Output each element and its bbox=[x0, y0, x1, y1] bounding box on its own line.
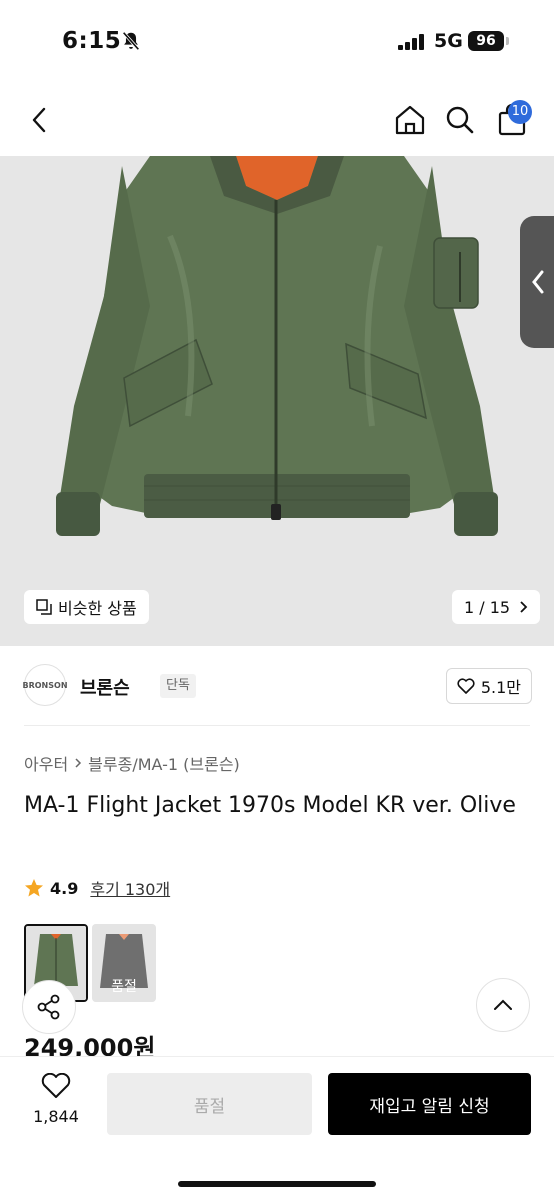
product-photo bbox=[0, 156, 554, 646]
side-panel-tab[interactable] bbox=[520, 216, 554, 348]
home-indicator bbox=[178, 1181, 376, 1187]
share-button[interactable] bbox=[22, 980, 76, 1034]
cellular-signal-icon bbox=[398, 34, 426, 54]
chevron-right-icon bbox=[520, 601, 528, 613]
brand-name[interactable]: 브론슨 bbox=[80, 674, 130, 700]
breadcrumb-item-outer[interactable]: 아우터 bbox=[24, 751, 68, 775]
wishlist-count: 1,844 bbox=[33, 1107, 79, 1126]
network-type: 5G bbox=[434, 30, 463, 52]
chevron-left-icon bbox=[32, 107, 46, 133]
rating-row: 4.9 후기 130개 bbox=[24, 876, 170, 900]
cart-count-badge: 10 bbox=[508, 100, 532, 124]
product-title: MA-1 Flight Jacket 1970s Model KR ver. O… bbox=[24, 793, 516, 818]
rating-score: 4.9 bbox=[50, 878, 79, 898]
home-icon bbox=[395, 105, 425, 135]
chevron-left-icon bbox=[532, 270, 544, 294]
status-time: 6:15 bbox=[62, 28, 122, 54]
wishlist-button[interactable]: 1,844 bbox=[24, 1072, 88, 1133]
swatch-black[interactable]: 품절 bbox=[92, 924, 156, 1002]
scroll-to-top-button[interactable] bbox=[476, 978, 530, 1032]
exclusive-tag: 단독 bbox=[160, 674, 196, 698]
search-button[interactable] bbox=[442, 102, 478, 138]
sold-out-overlay: 품절 bbox=[92, 924, 156, 1002]
status-bar: 6:15 5G 96 bbox=[0, 0, 554, 84]
chevron-right-icon bbox=[75, 758, 82, 768]
similar-items-label: 비슷한 상품 bbox=[58, 599, 137, 618]
image-page-indicator[interactable]: 1 / 15 bbox=[452, 590, 541, 624]
restock-alert-button[interactable]: 재입고 알림 신청 bbox=[328, 1073, 531, 1135]
product-image-gallery[interactable] bbox=[0, 156, 554, 646]
navigation-bar bbox=[0, 84, 554, 156]
home-button[interactable] bbox=[392, 102, 428, 138]
breadcrumb-item-category[interactable]: 블루종/MA-1 (브론슨) bbox=[88, 751, 240, 775]
brand-like-count: 5.1만 bbox=[480, 678, 521, 697]
chevron-up-icon bbox=[494, 999, 512, 1010]
review-count-link[interactable]: 후기 130개 bbox=[90, 876, 170, 900]
divider bbox=[24, 725, 530, 726]
share-icon bbox=[37, 994, 60, 1020]
sold-out-button[interactable]: 품절 bbox=[107, 1073, 312, 1135]
back-button[interactable] bbox=[22, 102, 58, 138]
similar-items-button[interactable]: 비슷한 상품 bbox=[24, 590, 149, 624]
star-icon bbox=[25, 879, 43, 897]
bell-muted-icon bbox=[120, 30, 142, 56]
breadcrumb: 아우터 블루종/MA-1 (브론슨) bbox=[24, 751, 240, 775]
heart-icon bbox=[41, 1072, 71, 1098]
page-indicator-text: 1 / 15 bbox=[464, 597, 511, 617]
heart-icon bbox=[457, 678, 475, 694]
copy-icon bbox=[36, 599, 52, 615]
brand-row: BRONSON 브론슨 단독 5.1만 bbox=[23, 664, 532, 708]
search-icon bbox=[446, 106, 474, 134]
battery-tip bbox=[506, 37, 509, 45]
battery-indicator: 96 bbox=[468, 31, 504, 51]
brand-logo[interactable]: BRONSON bbox=[23, 664, 68, 706]
brand-like-button[interactable]: 5.1만 bbox=[445, 668, 532, 704]
